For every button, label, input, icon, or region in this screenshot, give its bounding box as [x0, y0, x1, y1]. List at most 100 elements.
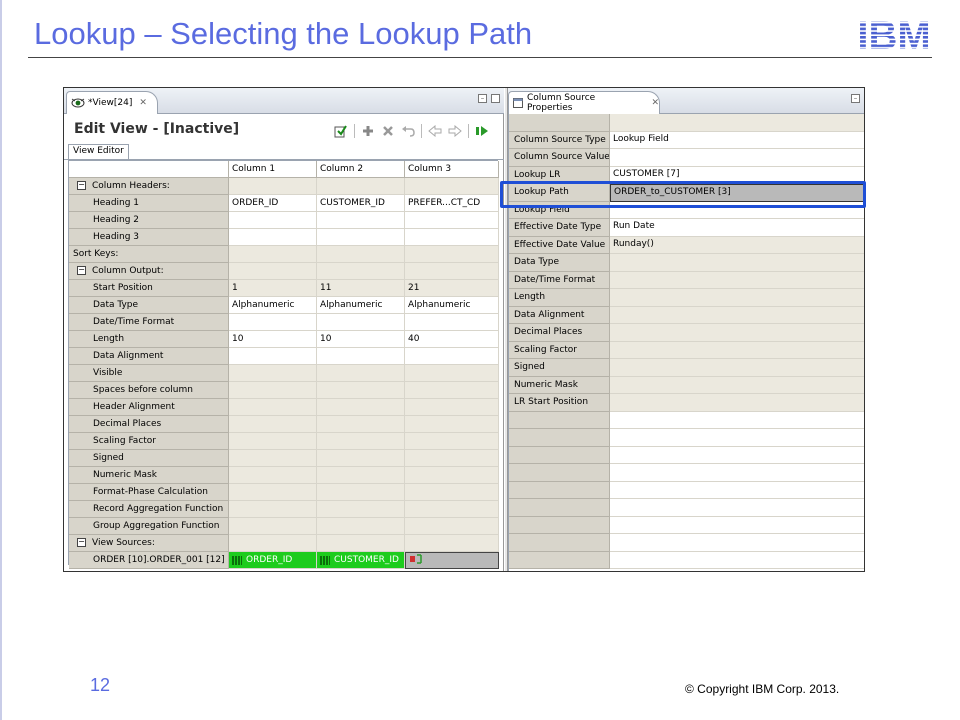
grid-cell-col2[interactable]	[317, 212, 405, 229]
grid-row-label[interactable]: − Column Output:	[69, 263, 229, 280]
grid-cell-col3[interactable]	[405, 382, 499, 399]
grid-cell-col3[interactable]	[405, 399, 499, 416]
grid-row-label[interactable]: Heading 3	[69, 229, 229, 246]
grid-cell-col3[interactable]	[405, 416, 499, 433]
grid-cell-col1[interactable]	[229, 416, 317, 433]
grid-cell-col1[interactable]	[229, 450, 317, 467]
property-value[interactable]: Runday()	[610, 236, 864, 254]
property-value[interactable]	[610, 254, 864, 272]
grid-cell-col2[interactable]	[317, 450, 405, 467]
view-source-cell-col2[interactable]: CUSTOMER_ID	[317, 552, 405, 569]
property-value[interactable]	[610, 394, 864, 412]
grid-cell-col3[interactable]: 40	[405, 331, 499, 348]
grid-cell-col2[interactable]	[317, 365, 405, 382]
grid-cell-col2[interactable]	[317, 518, 405, 535]
grid-cell-col2[interactable]	[317, 263, 405, 280]
grid-cell-col2[interactable]	[317, 382, 405, 399]
grid-cell-col3[interactable]: Alphanumeric	[405, 297, 499, 314]
maximize-icon[interactable]	[491, 94, 500, 103]
collapse-icon[interactable]: −	[77, 266, 86, 275]
grid-cell-col1[interactable]	[229, 382, 317, 399]
minimize-icon[interactable]: –	[478, 94, 487, 103]
grid-cell-col3[interactable]	[405, 263, 499, 280]
grid-row-label[interactable]: Signed	[69, 450, 229, 467]
add-column-icon[interactable]	[361, 124, 375, 138]
grid-cell-col2[interactable]	[317, 178, 405, 195]
property-value[interactable]	[610, 376, 864, 394]
grid-cell-col3[interactable]: 21	[405, 280, 499, 297]
column-header-3[interactable]: Column 3	[405, 161, 499, 178]
run-icon[interactable]	[475, 124, 489, 138]
property-value[interactable]	[610, 324, 864, 342]
view-source-cell-col1[interactable]: ORDER_ID	[229, 552, 317, 569]
grid-cell-col1[interactable]	[229, 314, 317, 331]
move-left-icon[interactable]	[428, 124, 442, 138]
collapse-icon[interactable]: −	[77, 538, 86, 547]
grid-row-label[interactable]: Start Position	[69, 280, 229, 297]
grid-cell-col3[interactable]	[405, 450, 499, 467]
grid-row-label[interactable]: Decimal Places	[69, 416, 229, 433]
grid-row-label[interactable]: Heading 1	[69, 195, 229, 212]
property-value[interactable]	[610, 306, 864, 324]
activate-view-icon[interactable]	[334, 124, 348, 138]
grid-cell-col3[interactable]	[405, 229, 499, 246]
grid-cell-col2[interactable]	[317, 314, 405, 331]
grid-cell-col3[interactable]	[405, 178, 499, 195]
grid-cell-col1[interactable]	[229, 229, 317, 246]
grid-cell-col2[interactable]	[317, 348, 405, 365]
property-value[interactable]	[610, 341, 864, 359]
grid-cell-col3[interactable]	[405, 433, 499, 450]
property-value[interactable]	[610, 359, 864, 377]
grid-cell-col1[interactable]	[229, 212, 317, 229]
grid-row-label[interactable]: Spaces before column	[69, 382, 229, 399]
grid-cell-col2[interactable]	[317, 467, 405, 484]
grid-cell-col3[interactable]	[405, 365, 499, 382]
minimize-icon[interactable]: –	[851, 94, 860, 103]
grid-cell-col2[interactable]: 11	[317, 280, 405, 297]
grid-row-label[interactable]: Group Aggregation Function	[69, 518, 229, 535]
grid-row-label[interactable]: Data Alignment	[69, 348, 229, 365]
grid-cell-col3[interactable]	[405, 314, 499, 331]
grid-cell-col3[interactable]	[405, 518, 499, 535]
undo-icon[interactable]	[401, 124, 415, 138]
grid-row-label[interactable]: Date/Time Format	[69, 314, 229, 331]
grid-cell-col1[interactable]	[229, 535, 317, 552]
grid-cell-col1[interactable]: 10	[229, 331, 317, 348]
view-source-label[interactable]: ORDER [10].ORDER_001 [12]	[69, 552, 229, 569]
grid-row-label[interactable]: Heading 2	[69, 212, 229, 229]
tab-view-editor[interactable]: View Editor	[68, 144, 129, 159]
grid-cell-col1[interactable]: ORDER_ID	[229, 195, 317, 212]
grid-row-label[interactable]: Scaling Factor	[69, 433, 229, 450]
grid-cell-col1[interactable]	[229, 433, 317, 450]
grid-cell-col2[interactable]	[317, 484, 405, 501]
grid-cell-col1[interactable]	[229, 178, 317, 195]
grid-cell-col1[interactable]	[229, 246, 317, 263]
grid-cell-col3[interactable]	[405, 467, 499, 484]
move-right-icon[interactable]	[448, 124, 462, 138]
grid-cell-col3[interactable]: PREFER...CT_CD	[405, 195, 499, 212]
grid-row-label[interactable]: − Column Headers:	[69, 178, 229, 195]
delete-column-icon[interactable]	[381, 124, 395, 138]
grid-cell-col1[interactable]	[229, 484, 317, 501]
grid-cell-col1[interactable]: 1	[229, 280, 317, 297]
grid-cell-col2[interactable]	[317, 433, 405, 450]
grid-cell-col3[interactable]	[405, 348, 499, 365]
grid-row-label[interactable]: Header Alignment	[69, 399, 229, 416]
tab-view-24[interactable]: *View[24] ✕	[66, 91, 158, 114]
property-value[interactable]	[610, 289, 864, 307]
grid-row-label[interactable]: Record Aggregation Function	[69, 501, 229, 518]
grid-cell-col1[interactable]	[229, 365, 317, 382]
grid-row-label[interactable]: Visible	[69, 365, 229, 382]
grid-cell-col1[interactable]: Alphanumeric	[229, 297, 317, 314]
property-value[interactable]: Run Date	[610, 219, 864, 237]
property-value[interactable]	[610, 271, 864, 289]
grid-cell-col1[interactable]	[229, 263, 317, 280]
column-header-2[interactable]: Column 2	[317, 161, 405, 178]
grid-cell-col2[interactable]	[317, 535, 405, 552]
grid-cell-col3[interactable]	[405, 246, 499, 263]
grid-row-label[interactable]: Format-Phase Calculation	[69, 484, 229, 501]
view-source-cell-col3[interactable]	[405, 552, 499, 569]
grid-cell-col2[interactable]	[317, 229, 405, 246]
grid-cell-col2[interactable]	[317, 246, 405, 263]
grid-cell-col2[interactable]: Alphanumeric	[317, 297, 405, 314]
